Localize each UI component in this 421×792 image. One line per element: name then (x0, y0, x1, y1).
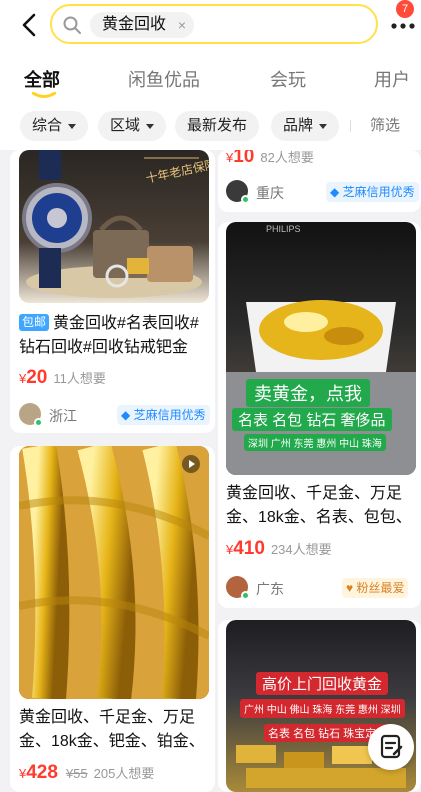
product-image (19, 446, 209, 699)
tab-all[interactable]: 全部 (24, 66, 60, 92)
active-tab-indicator (32, 92, 56, 98)
back-icon[interactable] (16, 11, 44, 39)
product-card[interactable]: PHILIPS 卖黄金，点我 名表 名包 钻石 奢侈品 深圳 广州 东莞 惠州 … (218, 222, 421, 608)
seller-location: 浙江 (49, 408, 77, 424)
tab-users[interactable]: 用户 (374, 66, 410, 92)
fans-label: 粉丝最爱 (356, 581, 405, 595)
avatar (226, 576, 250, 600)
caret-down-icon (319, 123, 328, 129)
filter-label: 区域 (110, 117, 141, 134)
filter-region[interactable]: 区域 (98, 111, 167, 141)
compose-button[interactable] (368, 724, 414, 770)
fans-favorite-badge: ♥ 粉丝最爱 (342, 578, 409, 598)
image-headline: 高价上门回收黄金 (256, 672, 389, 695)
want-count: 11人想要 (53, 371, 106, 386)
want-count: 234人想要 (270, 542, 332, 557)
search-bar[interactable]: 黄金回收 × (50, 4, 378, 44)
credit-badge: ◆ 芝麻信用优秀 (117, 405, 210, 425)
tab-hui-wan[interactable]: 会玩 (270, 66, 306, 92)
price-value: 410 (233, 538, 265, 559)
online-dot (241, 195, 250, 204)
online-dot (241, 591, 250, 600)
filter-comprehensive[interactable]: 综合 (20, 111, 89, 141)
avatar (19, 403, 43, 427)
seller-row[interactable]: 重庆 ◆ 芝麻信用优秀 (226, 180, 419, 204)
caret-down-icon (68, 123, 77, 129)
seller-location: 广东 (256, 581, 284, 597)
product-title: 黄金回收、千足金、万足金、18k金、钯金、铂金、 (19, 709, 205, 750)
clear-query-icon[interactable]: × (178, 12, 186, 38)
price-row: ¥428 ¥55 205人想要 (19, 762, 154, 784)
product-title: 包邮 黄金回收#名表回收#钻石回收#回收钻戒钯金 (19, 312, 209, 360)
product-image: 十年老店保障! (19, 150, 209, 303)
filter-divider (350, 120, 351, 132)
price-value: 10 (233, 150, 255, 167)
avatar (226, 180, 250, 204)
filter-newest[interactable]: 最新发布 (175, 111, 260, 141)
want-count: 82人想要 (260, 150, 314, 165)
product-card[interactable]: 黄金回收、千足金、万足金、18k金、钯金、铂金、 ¥428 ¥55 205人想要 (10, 446, 215, 792)
product-card[interactable]: 十年老店保障! 包邮 黄金回收#名表回收#钻石回收#回收钻戒钯金 ¥20 11人想要… (10, 150, 215, 433)
credit-label: 芝麻信用优秀 (133, 408, 206, 422)
image-headline: 卖黄金，点我 (246, 379, 370, 407)
image-subline: 名表 名包 钻石 奢侈品 (232, 408, 392, 431)
top-bar: 黄金回收 × 7 (0, 0, 421, 50)
tab-xianyu-select[interactable]: 闲鱼优品 (128, 66, 200, 92)
gold-chain-illustration (19, 446, 209, 699)
product-card[interactable]: ¥10 82人想要 重庆 ◆ 芝麻信用优秀 (218, 150, 421, 212)
price-value: 20 (26, 367, 48, 388)
filter-bar: 综合 区域 最新发布 品牌 筛选 (0, 102, 421, 150)
image-cities: 广州 中山 佛山 珠海 东莞 惠州 深圳 (240, 699, 405, 718)
free-shipping-tag: 包邮 (19, 314, 50, 331)
online-dot (34, 418, 43, 427)
seller-row[interactable]: 广东 ♥ 粉丝最爱 (226, 576, 416, 600)
price-row: ¥410 234人想要 (226, 538, 332, 560)
video-play-icon (182, 455, 200, 473)
image-brand-text: PHILIPS (266, 224, 301, 234)
notification-badge: 7 (396, 0, 414, 18)
product-title: 黄金回收、千足金、万足金、18k金、名表、包包、 (226, 485, 412, 526)
category-tabs: 全部 闲鱼优品 会玩 用户 (0, 50, 421, 102)
seller-row[interactable]: 浙江 ◆ 芝麻信用优秀 (19, 403, 210, 427)
credit-label: 芝麻信用优秀 (342, 185, 415, 199)
caret-down-icon (146, 123, 155, 129)
product-image: PHILIPS 卖黄金，点我 名表 名包 钻石 奢侈品 深圳 广州 东莞 惠州 … (226, 222, 416, 475)
filter-label: 综合 (32, 117, 63, 134)
filter-label: 品牌 (283, 117, 314, 134)
image-cities: 深圳 广州 东莞 惠州 中山 珠海 (244, 434, 386, 451)
filter-label: 最新发布 (187, 117, 248, 134)
price-row: ¥10 82人想要 (226, 150, 314, 168)
want-count: 205人想要 (93, 766, 155, 781)
search-query-chip[interactable]: 黄金回收 × (90, 12, 195, 38)
filter-sort-label: 筛选 (370, 117, 401, 134)
edit-note-icon (380, 734, 403, 759)
price-value: 428 (26, 762, 58, 783)
seller-location: 重庆 (256, 185, 284, 201)
filter-brand[interactable]: 品牌 (271, 111, 340, 141)
credit-badge: ◆ 芝麻信用优秀 (326, 182, 419, 202)
original-price: ¥55 (65, 766, 88, 781)
search-query-text: 黄金回收 (102, 16, 167, 33)
search-icon (63, 16, 81, 34)
filter-sort-button[interactable]: 筛选 (370, 111, 400, 141)
price-row: ¥20 11人想要 (19, 367, 106, 389)
